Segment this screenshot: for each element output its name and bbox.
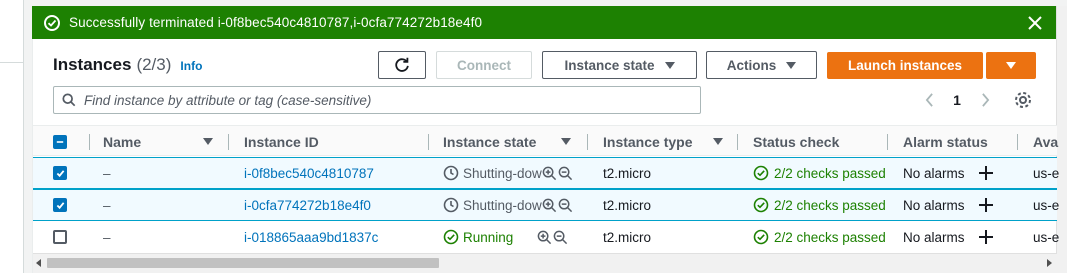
cell-instance-id[interactable]: i-0f8bec540c4810787 <box>244 158 374 188</box>
cell-instance-state: Shutting-dow <box>463 165 542 181</box>
check-circle-icon <box>44 14 60 31</box>
cell-alarm-status: No alarms <box>903 165 965 181</box>
column-header-instance-id[interactable]: Instance ID <box>244 126 319 157</box>
cell-status-check[interactable]: 2/2 checks passed <box>774 230 886 245</box>
scroll-right-icon[interactable] <box>1047 259 1052 267</box>
column-header-instance-type[interactable]: Instance type <box>603 126 723 157</box>
cell-instance-id[interactable]: i-0cfa774272b18e4f0 <box>244 190 371 220</box>
cell-instance-type: t2.micro <box>603 229 652 245</box>
cell-availability-zone: us-e <box>1033 165 1060 181</box>
clock-icon <box>443 197 459 213</box>
sort-caret-icon <box>713 138 723 145</box>
column-header-status-check[interactable]: Status check <box>753 126 839 157</box>
zoom-out-icon[interactable] <box>553 230 568 245</box>
cell-availability-zone: us-e <box>1033 229 1060 245</box>
select-all-checkbox[interactable] <box>53 126 67 157</box>
row-checkbox[interactable] <box>53 198 67 212</box>
current-page[interactable]: 1 <box>937 92 977 108</box>
column-header-name[interactable]: Name <box>103 126 213 157</box>
info-link[interactable]: Info <box>180 59 202 73</box>
instances-table: Name Instance ID Instance state Instance… <box>33 125 1059 245</box>
column-header-alarm-status[interactable]: Alarm status <box>903 126 988 157</box>
search-input[interactable] <box>84 92 684 108</box>
selection-count: (2/3) <box>136 55 172 74</box>
zoom-in-icon[interactable] <box>537 230 552 245</box>
add-alarm-icon[interactable] <box>978 198 993 212</box>
sort-caret-icon <box>561 138 571 145</box>
connect-button[interactable]: Connect <box>436 51 532 79</box>
cell-name: – <box>103 165 111 181</box>
caret-down-icon <box>786 61 797 69</box>
actions-dropdown[interactable]: Actions <box>706 51 817 79</box>
close-icon[interactable] <box>1026 14 1044 32</box>
table-row[interactable]: – i-018865aaa9bd1837c Running t2.micro 2… <box>33 221 1060 253</box>
caret-down-icon <box>1006 62 1016 69</box>
cell-status-check[interactable]: 2/2 checks passed <box>774 198 886 213</box>
column-header-instance-state[interactable]: Instance state <box>443 126 571 157</box>
column-header-availability-zone[interactable]: Ava <box>1033 126 1058 157</box>
cell-instance-type: t2.micro <box>603 197 652 213</box>
check-circle-icon <box>753 197 769 213</box>
instances-panel: Instances (2/3) Info Connect Instance st… <box>32 39 1059 273</box>
pagination: 1 <box>921 91 993 109</box>
row-checkbox[interactable] <box>53 230 67 244</box>
cell-instance-type: t2.micro <box>603 165 652 181</box>
horizontal-scrollbar[interactable] <box>33 253 1057 273</box>
table-row[interactable]: – i-0cfa774272b18e4f0 Shutting-dow t2.mi… <box>33 189 1060 221</box>
scroll-thumb[interactable] <box>47 258 439 268</box>
search-icon <box>62 93 76 107</box>
refresh-button[interactable] <box>378 51 426 79</box>
panel-header: Instances (2/3) Info <box>53 55 202 75</box>
launch-options-dropdown[interactable] <box>986 52 1036 79</box>
cell-availability-zone: us-e <box>1033 197 1060 213</box>
cell-name: – <box>103 197 111 213</box>
cell-alarm-status: No alarms <box>903 197 965 213</box>
cell-instance-state: Running <box>463 229 514 245</box>
cell-status-check[interactable]: 2/2 checks passed <box>774 166 886 181</box>
zoom-in-icon[interactable] <box>542 198 557 213</box>
check-circle-icon <box>753 165 769 181</box>
check-circle-icon <box>443 229 459 245</box>
page-title: Instances <box>53 55 132 74</box>
launch-instances-button[interactable]: Launch instances <box>827 52 983 79</box>
add-alarm-icon[interactable] <box>978 230 993 244</box>
gear-icon[interactable] <box>1013 90 1033 110</box>
instance-state-label: Instance state <box>564 57 655 73</box>
cell-instance-id[interactable]: i-018865aaa9bd1837c <box>244 221 378 253</box>
cell-instance-state: Shutting-dow <box>463 197 542 213</box>
instance-state-dropdown[interactable]: Instance state <box>542 51 697 79</box>
flash-message: Successfully terminated i-0f8bec540c4810… <box>69 15 483 30</box>
chevron-right-icon[interactable] <box>977 91 993 109</box>
zoom-out-icon[interactable] <box>558 166 573 181</box>
table-header: Name Instance ID Instance state Instance… <box>33 125 1058 157</box>
zoom-out-icon[interactable] <box>558 198 573 213</box>
scroll-left-icon[interactable] <box>36 259 41 267</box>
add-alarm-icon[interactable] <box>978 166 993 180</box>
sort-caret-icon <box>203 138 213 145</box>
actions-label: Actions <box>726 57 777 73</box>
search-box[interactable] <box>53 86 701 114</box>
cell-alarm-status: No alarms <box>903 229 965 245</box>
chevron-left-icon[interactable] <box>921 91 937 109</box>
table-row[interactable]: – i-0f8bec540c4810787 Shutting-dow t2.mi… <box>33 157 1060 189</box>
left-gutter <box>0 0 24 273</box>
cell-name: – <box>103 229 111 245</box>
row-checkbox[interactable] <box>53 166 67 180</box>
check-circle-icon <box>753 229 769 245</box>
refresh-icon <box>395 57 409 72</box>
success-flash-banner: Successfully terminated i-0f8bec540c4810… <box>32 6 1056 39</box>
caret-down-icon <box>664 61 675 69</box>
clock-icon <box>443 165 459 181</box>
zoom-in-icon[interactable] <box>542 166 557 181</box>
